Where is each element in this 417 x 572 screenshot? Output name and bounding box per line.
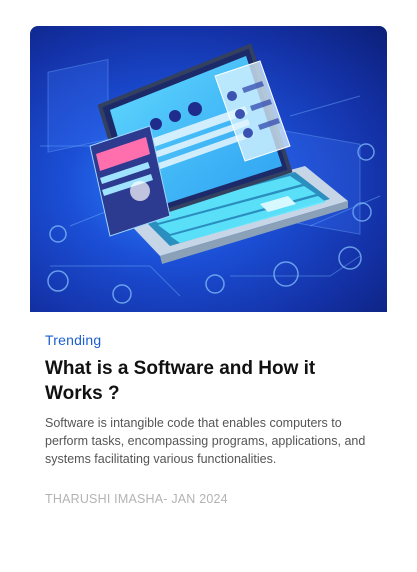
article-title[interactable]: What is a Software and How it Works ? xyxy=(45,356,375,406)
author-date: THARUSHI IMASHA- JAN 2024 xyxy=(45,492,228,506)
laptop-illustration-icon xyxy=(40,43,381,304)
hero-image[interactable] xyxy=(30,26,387,312)
article-card[interactable]: Trending What is a Software and How it W… xyxy=(30,26,387,546)
article-excerpt: Software is intangible code that enables… xyxy=(45,416,366,466)
category-label[interactable]: Trending xyxy=(45,332,101,348)
